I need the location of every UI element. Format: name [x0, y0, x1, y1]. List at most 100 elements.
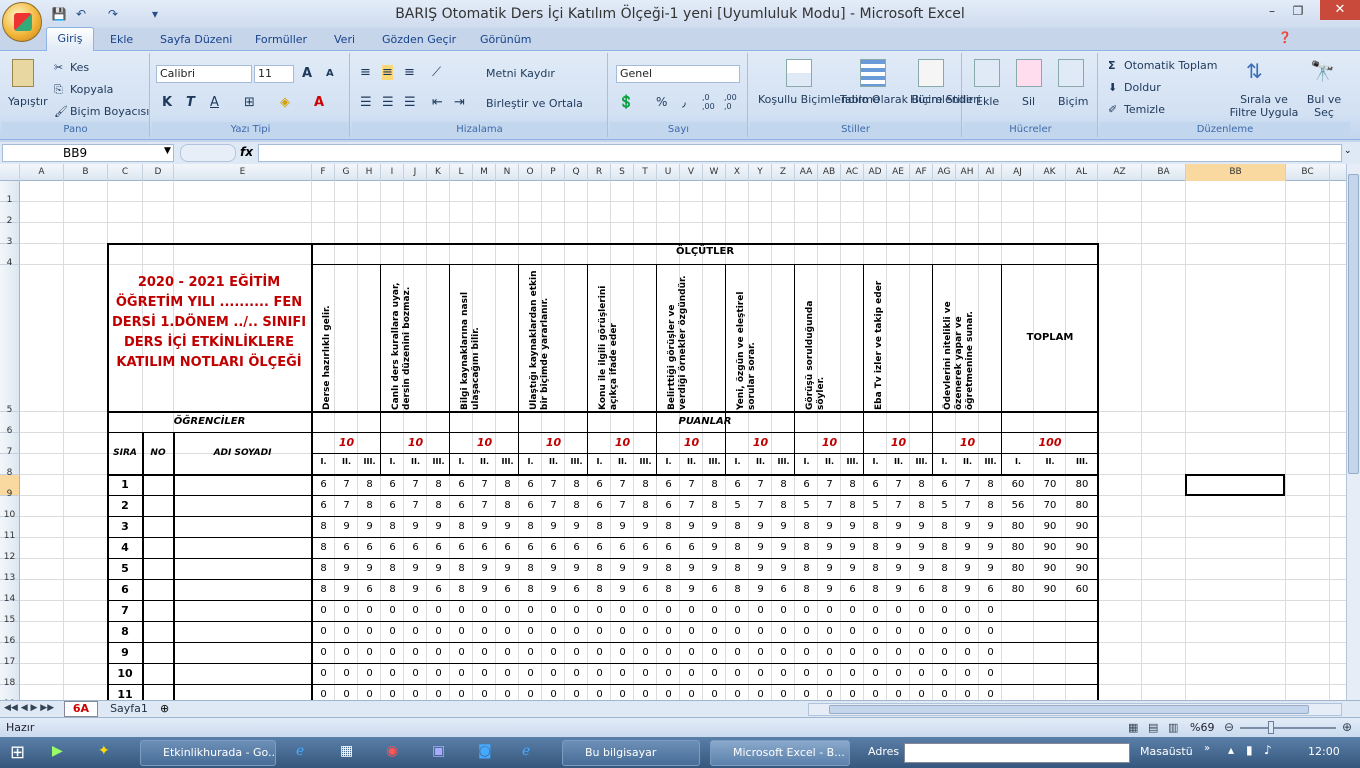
score-cell[interactable]: 9	[749, 563, 772, 574]
number-format-select[interactable]: Genel	[616, 65, 740, 83]
calculator-icon[interactable]: ▦	[340, 743, 353, 759]
row-header[interactable]: 1	[0, 181, 20, 205]
score-cell[interactable]: 9	[427, 563, 450, 574]
score-cell[interactable]: 0	[841, 626, 864, 637]
score-cell[interactable]: 0	[749, 647, 772, 658]
max-points[interactable]: 10	[795, 436, 864, 449]
score-cell[interactable]: 6	[404, 542, 427, 553]
score-cell[interactable]: 0	[749, 626, 772, 637]
sira-cell[interactable]: 2	[108, 499, 142, 512]
criterion-label[interactable]: Ödevlerini nitelikli ve özenerek yapar v…	[943, 268, 995, 410]
score-cell[interactable]: 8	[657, 563, 680, 574]
column-header[interactable]: G	[335, 164, 358, 181]
score-cell[interactable]: 0	[634, 626, 657, 637]
score-cell[interactable]: 0	[611, 605, 634, 616]
total-cell[interactable]: 90	[1034, 542, 1066, 553]
score-cell[interactable]: 0	[404, 689, 427, 700]
score-cell[interactable]: 6	[519, 500, 542, 511]
taskbar-item-computer[interactable]: Bu bilgisayar	[562, 740, 700, 766]
column-header[interactable]: O	[519, 164, 542, 181]
score-cell[interactable]: 0	[979, 668, 1002, 679]
column-header[interactable]: BB	[1186, 164, 1286, 181]
score-cell[interactable]: 8	[864, 521, 887, 532]
score-cell[interactable]: 0	[519, 668, 542, 679]
tab-review[interactable]: Gözden Geçir	[382, 33, 456, 46]
paste-button[interactable]: Yapıştır	[8, 95, 48, 108]
score-cell[interactable]: 0	[910, 605, 933, 616]
score-cell[interactable]: 0	[657, 605, 680, 616]
autosum-button[interactable]: Otomatik Toplam	[1124, 59, 1217, 72]
sira-cell[interactable]: 10	[108, 667, 142, 680]
score-cell[interactable]: 8	[450, 584, 473, 595]
score-cell[interactable]: 7	[611, 500, 634, 511]
increase-decimal-button[interactable]: ,0 ,00	[702, 93, 722, 111]
score-cell[interactable]: 0	[565, 647, 588, 658]
row-header[interactable]: 4	[0, 244, 20, 268]
ie-icon[interactable]: ℯ	[296, 743, 304, 759]
new-sheet-icon[interactable]: ⊕	[160, 702, 169, 715]
total-cell[interactable]: 70	[1034, 500, 1066, 511]
score-cell[interactable]: 0	[335, 689, 358, 700]
score-cell[interactable]: 9	[542, 584, 565, 595]
score-cell[interactable]: 0	[864, 689, 887, 700]
score-cell[interactable]: 9	[680, 521, 703, 532]
score-cell[interactable]: 9	[818, 542, 841, 553]
score-cell[interactable]: 6	[312, 500, 335, 511]
score-cell[interactable]: 9	[473, 563, 496, 574]
sub-header[interactable]: III.	[358, 457, 381, 466]
score-cell[interactable]: 0	[358, 626, 381, 637]
score-cell[interactable]: 0	[933, 647, 956, 658]
score-cell[interactable]: 0	[588, 647, 611, 658]
decrease-indent-icon[interactable]: ⇤	[432, 95, 443, 110]
score-cell[interactable]: 0	[519, 605, 542, 616]
score-cell[interactable]: 0	[450, 647, 473, 658]
score-cell[interactable]: 0	[381, 668, 404, 679]
desktop-label[interactable]: Masaüstü	[1140, 745, 1193, 758]
score-cell[interactable]: 0	[979, 647, 1002, 658]
column-header[interactable]: AJ	[1002, 164, 1034, 181]
score-cell[interactable]: 9	[680, 584, 703, 595]
score-cell[interactable]: 9	[887, 584, 910, 595]
tray-expand-icon[interactable]: »	[1204, 743, 1210, 754]
score-cell[interactable]: 5	[795, 500, 818, 511]
taskbar-item-excel[interactable]: Microsoft Excel - B...	[710, 740, 850, 766]
column-header[interactable]: P	[542, 164, 565, 181]
align-left-icon[interactable]: ☰	[360, 95, 372, 110]
score-cell[interactable]: 0	[473, 689, 496, 700]
score-cell[interactable]: 8	[427, 500, 450, 511]
grow-font-button[interactable]: A	[302, 66, 312, 81]
score-cell[interactable]: 8	[634, 479, 657, 490]
score-cell[interactable]: 8	[726, 521, 749, 532]
total-cell[interactable]: 80	[1066, 500, 1098, 511]
column-header[interactable]: BC	[1286, 164, 1330, 181]
score-cell[interactable]: 9	[887, 563, 910, 574]
sub-header[interactable]: III.	[910, 457, 933, 466]
sira-cell[interactable]: 9	[108, 646, 142, 659]
row-header[interactable]: 9	[0, 475, 20, 499]
horizontal-scroll-thumb[interactable]	[829, 705, 1309, 714]
score-cell[interactable]: 0	[703, 689, 726, 700]
score-cell[interactable]: 0	[864, 647, 887, 658]
column-header[interactable]: V	[680, 164, 703, 181]
score-cell[interactable]: 8	[933, 584, 956, 595]
row-header[interactable]: 19	[0, 685, 20, 700]
score-cell[interactable]: 9	[841, 563, 864, 574]
column-header[interactable]: AF	[910, 164, 933, 181]
tab-data[interactable]: Veri	[334, 33, 355, 46]
sub-header[interactable]: II.	[818, 457, 841, 466]
score-cell[interactable]: 9	[634, 521, 657, 532]
format-painter-button[interactable]: Biçim Boyacısı	[70, 105, 149, 118]
insert-function-button[interactable]: fx	[240, 145, 253, 159]
score-cell[interactable]: 0	[864, 626, 887, 637]
score-cell[interactable]: 0	[726, 626, 749, 637]
score-cell[interactable]: 0	[864, 605, 887, 616]
total-cell[interactable]: 56	[1002, 500, 1034, 511]
score-cell[interactable]: 8	[772, 479, 795, 490]
score-cell[interactable]: 9	[887, 542, 910, 553]
score-cell[interactable]: 6	[588, 479, 611, 490]
score-cell[interactable]: 9	[749, 521, 772, 532]
row-header[interactable]: 11	[0, 517, 20, 541]
score-cell[interactable]: 0	[910, 689, 933, 700]
total-cell[interactable]: 70	[1034, 479, 1066, 490]
score-cell[interactable]: 0	[335, 647, 358, 658]
